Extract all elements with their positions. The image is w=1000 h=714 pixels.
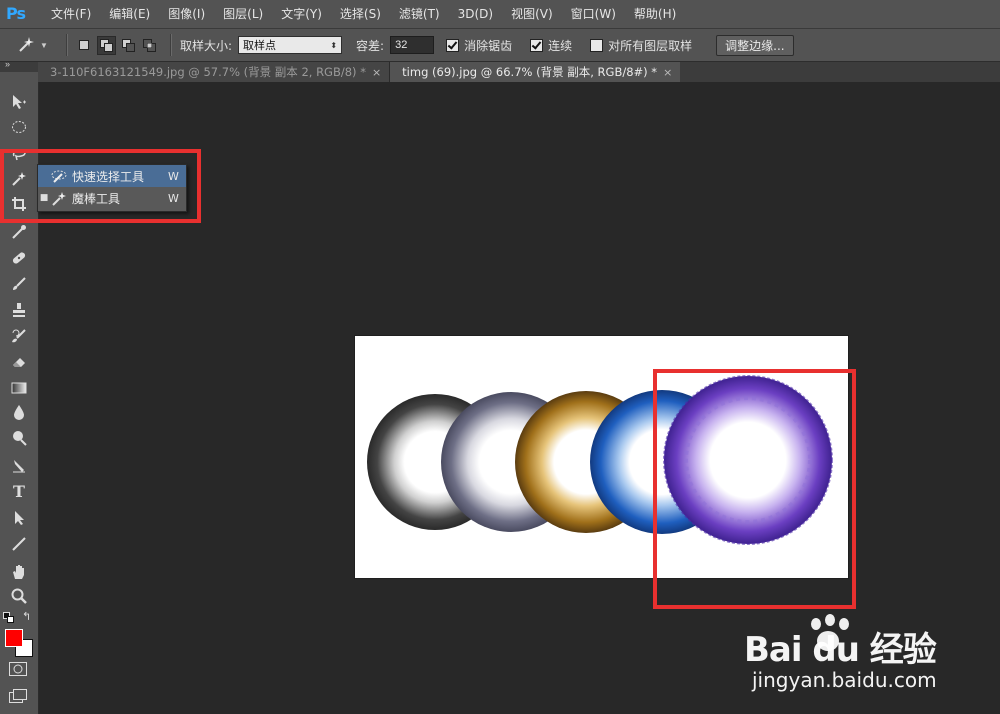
tolerance-label: 容差: <box>356 38 385 53</box>
history-brush-icon <box>12 329 26 343</box>
sample-all-layers-label: 对所有图层取样 <box>608 38 693 53</box>
swap-colors-icon[interactable]: ↰ <box>22 610 31 623</box>
menu-help[interactable]: 帮助(H) <box>625 0 685 28</box>
type-icon: T <box>13 481 25 501</box>
divider <box>66 34 68 56</box>
sample-size-label: 取样大小: <box>180 38 233 53</box>
document-tab-2[interactable]: timg (69).jpg @ 66.7% (背景 副本, RGB/8#) * … <box>390 62 681 82</box>
menu-image[interactable]: 图像(I) <box>159 0 214 28</box>
sample-size-select[interactable]: 取样点 ⬍ <box>238 36 343 54</box>
document-tab-label: 3-110F6163121549.jpg @ 57.7% (背景 副本 2, R… <box>50 65 366 79</box>
pen-icon <box>13 460 25 473</box>
eyedropper-icon <box>12 225 26 239</box>
refine-edge-button[interactable]: 调整边缘... <box>716 34 794 56</box>
line-icon <box>12 537 26 551</box>
sample-size-value: 取样点 <box>243 39 277 52</box>
contiguous-label: 连续 <box>548 38 573 53</box>
healing-brush-icon <box>12 252 26 264</box>
menu-select[interactable]: 选择(S) <box>331 0 390 28</box>
path-selection-tool[interactable] <box>9 508 29 528</box>
toolbox-header[interactable]: » <box>0 59 38 72</box>
marquee-icon <box>12 121 26 133</box>
tolerance-input[interactable]: 32 <box>390 36 435 54</box>
brush-tool[interactable] <box>9 274 29 294</box>
new-selection-button[interactable] <box>76 37 93 54</box>
pen-tool[interactable] <box>9 456 29 476</box>
dodge-tool[interactable] <box>9 428 29 448</box>
menu-type[interactable]: 文字(Y) <box>272 0 331 28</box>
menu-bar: Ps 文件(F) 编辑(E) 图像(I) 图层(L) 文字(Y) 选择(S) 滤… <box>0 0 1000 29</box>
watermark-url: jingyan.baidu.com <box>752 668 937 692</box>
gradient-icon <box>11 382 27 394</box>
highlight-box-purple-lens <box>653 369 856 609</box>
gradient-tool[interactable] <box>9 378 29 398</box>
clone-stamp-tool[interactable] <box>9 300 29 320</box>
eraser-tool[interactable] <box>9 352 29 372</box>
checkbox-checked-icon <box>530 38 544 52</box>
menu-edit[interactable]: 编辑(E) <box>100 0 159 28</box>
add-to-selection-button[interactable] <box>97 35 116 55</box>
photoshop-logo: Ps <box>6 4 26 23</box>
healing-brush-tool[interactable] <box>9 248 29 268</box>
checkbox-unchecked-icon <box>590 38 604 52</box>
type-tool[interactable]: T <box>9 481 29 501</box>
menu-window[interactable]: 窗口(W) <box>562 0 625 28</box>
tool-preset-picker[interactable]: ▼ <box>16 32 58 58</box>
collapse-arrows-icon: » <box>5 59 11 69</box>
line-tool[interactable] <box>9 534 29 554</box>
move-tool[interactable] <box>9 92 29 112</box>
divider <box>170 34 172 56</box>
default-colors-icon[interactable] <box>3 612 15 627</box>
document-tab-bar: 3-110F6163121549.jpg @ 57.7% (背景 副本 2, R… <box>38 62 1000 82</box>
close-icon[interactable]: × <box>372 66 381 79</box>
options-bar: ▼ 取样大小: 取样点 ⬍ 容差: 32 消除锯齿 连续 对所有图层取样 调整边… <box>0 29 1000 62</box>
antialias-label: 消除锯齿 <box>464 38 513 53</box>
baidu-jingyan-watermark: Bai du 经验 jingyan.baidu.com <box>740 614 990 696</box>
magic-wand-icon <box>16 35 38 56</box>
menu-view[interactable]: 视图(V) <box>502 0 562 28</box>
eraser-icon <box>13 358 25 367</box>
highlight-box-tools <box>0 149 201 223</box>
blur-icon <box>14 405 24 420</box>
sample-all-layers-checkbox[interactable]: 对所有图层取样 <box>590 37 698 54</box>
document-tab-1[interactable]: 3-110F6163121549.jpg @ 57.7% (背景 副本 2, R… <box>38 62 391 82</box>
contiguous-checkbox[interactable]: 连续 <box>530 37 578 54</box>
history-brush-tool[interactable] <box>9 326 29 346</box>
clone-stamp-icon <box>13 303 25 317</box>
quick-mask-icon[interactable] <box>9 662 27 679</box>
dodge-icon <box>13 431 27 446</box>
subtract-from-selection-button[interactable] <box>120 37 137 54</box>
brush-icon <box>13 277 26 290</box>
antialias-checkbox[interactable]: 消除锯齿 <box>446 37 518 54</box>
close-icon[interactable]: × <box>663 66 672 79</box>
watermark-brand: Bai du 经验 <box>744 630 937 670</box>
select-arrows-icon: ⬍ <box>330 40 338 50</box>
checkbox-checked-icon <box>446 38 460 52</box>
foreground-color-swatch[interactable] <box>5 629 23 647</box>
menu-3d[interactable]: 3D(D) <box>449 0 502 28</box>
eyedropper-tool[interactable] <box>9 222 29 242</box>
menu-filter[interactable]: 滤镜(T) <box>390 0 449 28</box>
path-selection-icon <box>15 511 24 525</box>
blur-tool[interactable] <box>9 402 29 422</box>
marquee-tool[interactable] <box>9 117 29 137</box>
document-tab-label: timg (69).jpg @ 66.7% (背景 副本, RGB/8#) * <box>402 65 658 79</box>
move-icon <box>13 95 26 109</box>
zoom-tool[interactable] <box>9 586 29 606</box>
menu-layer[interactable]: 图层(L) <box>214 0 272 28</box>
menu-file[interactable]: 文件(F) <box>42 0 100 28</box>
hand-icon <box>13 565 24 579</box>
zoom-icon <box>11 588 27 604</box>
intersect-selection-button[interactable] <box>141 37 158 54</box>
hand-tool[interactable] <box>9 562 29 582</box>
screen-mode-icon[interactable] <box>9 689 27 706</box>
chevron-down-icon: ▼ <box>40 40 48 50</box>
